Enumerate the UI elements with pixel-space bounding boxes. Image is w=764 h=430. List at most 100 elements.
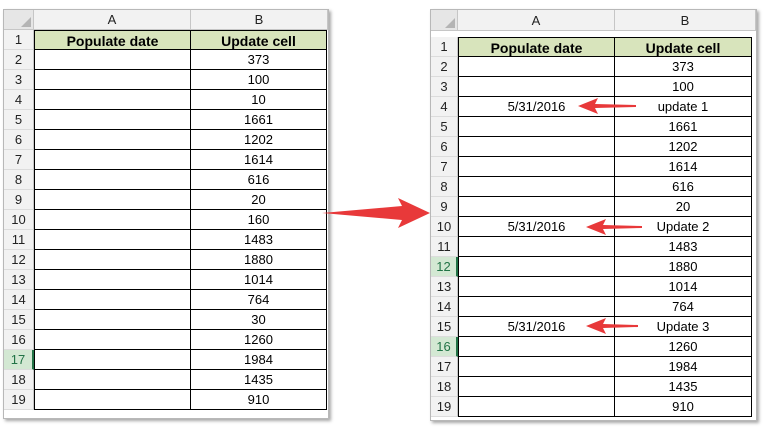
column-header-a[interactable]: A [34,10,191,30]
row-header-4[interactable]: 4 [431,97,458,117]
cell-b16[interactable]: 1260 [191,330,327,350]
cell-b9[interactable]: 20 [191,190,327,210]
row-header-1[interactable]: 1 [431,37,458,57]
cell-a13[interactable] [34,270,191,290]
row-header-5[interactable]: 5 [4,110,34,130]
cell-a18[interactable] [34,370,191,390]
cell-a17[interactable] [34,350,191,370]
cell-a13[interactable] [458,277,615,297]
cell-b8[interactable]: 616 [191,170,327,190]
cell-b14[interactable]: 764 [615,297,752,317]
cell-b2[interactable]: 373 [615,57,752,77]
row-header-8[interactable]: 8 [4,170,34,190]
header-cell-a[interactable]: Populate date [34,30,191,50]
row-header-10[interactable]: 10 [4,210,34,230]
row-header-12[interactable]: 12 [4,250,34,270]
cell-a6[interactable] [34,130,191,150]
cell-b2[interactable]: 373 [191,50,327,70]
select-all-corner[interactable] [431,10,458,31]
row-header-10[interactable]: 10 [431,217,458,237]
cell-b13[interactable]: 1014 [191,270,327,290]
row-header-19[interactable]: 19 [431,397,458,417]
cell-b9[interactable]: 20 [615,197,752,217]
header-cell-b[interactable]: Update cell [615,37,752,57]
cell-a18[interactable] [458,377,615,397]
cell-b5[interactable]: 1661 [191,110,327,130]
cell-a5[interactable] [458,117,615,137]
cell-b17[interactable]: 1984 [615,357,752,377]
cell-b18[interactable]: 1435 [191,370,327,390]
row-header-3[interactable]: 3 [431,77,458,97]
row-header-6[interactable]: 6 [4,130,34,150]
cell-a3[interactable] [458,77,615,97]
header-cell-b[interactable]: Update cell [191,30,327,50]
cell-a7[interactable] [458,157,615,177]
cell-a7[interactable] [34,150,191,170]
row-header-17[interactable]: 17 [4,350,34,370]
cell-a10[interactable] [34,210,191,230]
row-header-6[interactable]: 6 [431,137,458,157]
cell-a2[interactable] [458,57,615,77]
row-header-5[interactable]: 5 [431,117,458,137]
row-header-7[interactable]: 7 [431,157,458,177]
cell-b8[interactable]: 616 [615,177,752,197]
cell-a6[interactable] [458,137,615,157]
cell-a12[interactable] [458,257,615,277]
cell-b19[interactable]: 910 [191,390,327,410]
cell-b3[interactable]: 100 [191,70,327,90]
row-header-14[interactable]: 14 [4,290,34,310]
row-header-3[interactable]: 3 [4,70,34,90]
cell-b19[interactable]: 910 [615,397,752,417]
cell-a16[interactable] [34,330,191,350]
cell-b11[interactable]: 1483 [615,237,752,257]
row-header-1[interactable]: 1 [4,30,34,50]
cell-a11[interactable] [34,230,191,250]
cell-a4[interactable] [34,90,191,110]
cell-b10[interactable]: 160 [191,210,327,230]
cell-a19[interactable] [458,397,615,417]
header-cell-a[interactable]: Populate date [458,37,615,57]
cell-a3[interactable] [34,70,191,90]
row-header-2[interactable]: 2 [431,57,458,77]
column-header-b[interactable]: B [191,10,328,30]
row-header-16[interactable]: 16 [4,330,34,350]
cell-a8[interactable] [34,170,191,190]
cell-a11[interactable] [458,237,615,257]
row-header-14[interactable]: 14 [431,297,458,317]
cell-b12[interactable]: 1880 [615,257,752,277]
cell-a5[interactable] [34,110,191,130]
cell-b7[interactable]: 1614 [615,157,752,177]
row-header-7[interactable]: 7 [4,150,34,170]
row-header-15[interactable]: 15 [431,317,458,337]
cell-b17[interactable]: 1984 [191,350,327,370]
row-header-11[interactable]: 11 [4,230,34,250]
cell-b3[interactable]: 100 [615,77,752,97]
row-header-18[interactable]: 18 [431,377,458,397]
row-header-12[interactable]: 12 [431,257,458,277]
cell-b13[interactable]: 1014 [615,277,752,297]
cell-b7[interactable]: 1614 [191,150,327,170]
row-header-9[interactable]: 9 [431,197,458,217]
row-header-9[interactable]: 9 [4,190,34,210]
row-header-2[interactable]: 2 [4,50,34,70]
column-header-b[interactable]: B [615,10,756,31]
cell-b18[interactable]: 1435 [615,377,752,397]
cell-a9[interactable] [458,197,615,217]
cell-b12[interactable]: 1880 [191,250,327,270]
row-header-18[interactable]: 18 [4,370,34,390]
cell-a16[interactable] [458,337,615,357]
cell-b6[interactable]: 1202 [191,130,327,150]
row-header-11[interactable]: 11 [431,237,458,257]
cell-b4[interactable]: 10 [191,90,327,110]
row-header-4[interactable]: 4 [4,90,34,110]
cell-a8[interactable] [458,177,615,197]
column-header-a[interactable]: A [458,10,615,31]
cell-a17[interactable] [458,357,615,377]
row-header-17[interactable]: 17 [431,357,458,377]
cell-b16[interactable]: 1260 [615,337,752,357]
cell-a14[interactable] [458,297,615,317]
cell-a14[interactable] [34,290,191,310]
row-header-13[interactable]: 13 [4,270,34,290]
row-header-15[interactable]: 15 [4,310,34,330]
row-header-8[interactable]: 8 [431,177,458,197]
